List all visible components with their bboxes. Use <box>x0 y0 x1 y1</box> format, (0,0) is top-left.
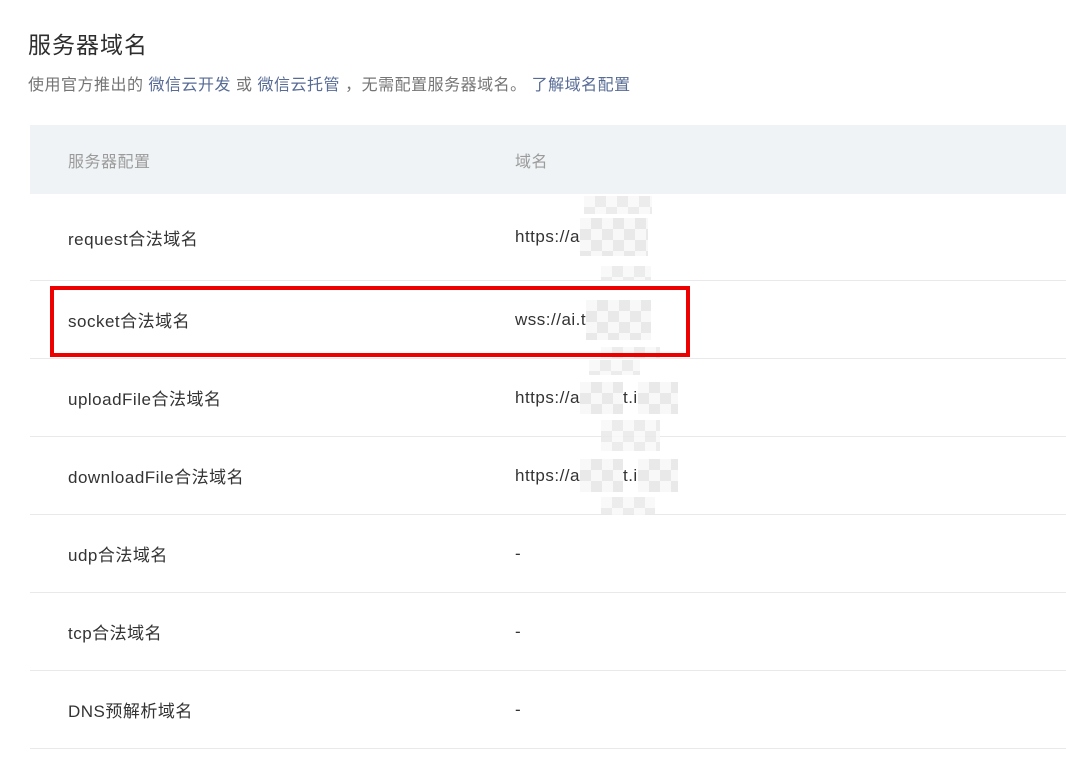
subtitle-or: 或 <box>236 77 253 94</box>
masked-domain-blur <box>580 382 623 414</box>
row-domain-value: wss://ai.t <box>515 300 1066 340</box>
server-domain-table: 服务器配置 域名 request合法域名 https://a socket合法域… <box>30 125 1066 749</box>
domain-text: https://a <box>515 388 580 408</box>
table-row: tcp合法域名 - <box>30 593 1066 671</box>
row-domain-value: https://a t.i <box>515 382 1066 414</box>
wechat-cloud-hosting-link[interactable]: 微信云托管 <box>258 77 341 94</box>
domain-text: t.i <box>623 466 638 486</box>
table-row: DNS预解析域名 - <box>30 671 1066 749</box>
masked-domain-blur <box>586 300 651 340</box>
row-config-label: udp合法域名 <box>30 541 515 566</box>
masked-domain-blur <box>580 218 648 256</box>
table-row: uploadFile合法域名 https://a t.i <box>30 359 1066 437</box>
row-config-label: request合法域名 <box>30 225 515 250</box>
row-domain-value: https://a <box>515 218 1066 256</box>
domain-text: t.i <box>623 388 638 408</box>
learn-domain-config-link[interactable]: 了解域名配置 <box>532 77 631 94</box>
row-config-label: socket合法域名 <box>30 307 515 332</box>
domain-text: - <box>515 544 521 564</box>
column-header-domain: 域名 <box>515 148 1066 172</box>
table-row: socket合法域名 wss://ai.t <box>30 281 1066 359</box>
row-config-label: uploadFile合法域名 <box>30 385 515 410</box>
table-row: request合法域名 https://a <box>30 194 1066 281</box>
server-domain-page: 服务器域名 使用官方推出的微信云开发或微信云托管，无需配置服务器域名。了解域名配… <box>0 0 1066 759</box>
table-row: downloadFile合法域名 https://a t.i <box>30 437 1066 515</box>
row-domain-value: https://a t.i <box>515 459 1066 492</box>
subtitle: 使用官方推出的微信云开发或微信云托管，无需配置服务器域名。了解域名配置 <box>28 71 636 95</box>
page-title: 服务器域名 <box>28 26 148 60</box>
row-config-label: DNS预解析域名 <box>30 697 515 722</box>
row-domain-value: - <box>515 544 1066 564</box>
row-domain-value: - <box>515 700 1066 720</box>
domain-text: wss://ai.t <box>515 310 586 330</box>
domain-text: - <box>515 622 521 642</box>
masked-domain-blur <box>638 459 678 492</box>
subtitle-rest: ，无需配置服务器域名。 <box>345 77 527 94</box>
row-config-label: downloadFile合法域名 <box>30 463 515 488</box>
domain-text: https://a <box>515 227 580 247</box>
row-domain-value: - <box>515 622 1066 642</box>
wechat-cloud-dev-link[interactable]: 微信云开发 <box>149 77 232 94</box>
table-body: request合法域名 https://a socket合法域名 wss://a… <box>30 194 1066 749</box>
domain-text: - <box>515 700 521 720</box>
table-row: udp合法域名 - <box>30 515 1066 593</box>
row-config-label: tcp合法域名 <box>30 619 515 644</box>
masked-domain-blur <box>580 459 623 492</box>
subtitle-prefix: 使用官方推出的 <box>28 77 144 94</box>
domain-text: https://a <box>515 466 580 486</box>
table-header-row: 服务器配置 域名 <box>30 125 1066 194</box>
masked-domain-blur <box>638 382 678 414</box>
column-header-server-config: 服务器配置 <box>30 148 515 172</box>
